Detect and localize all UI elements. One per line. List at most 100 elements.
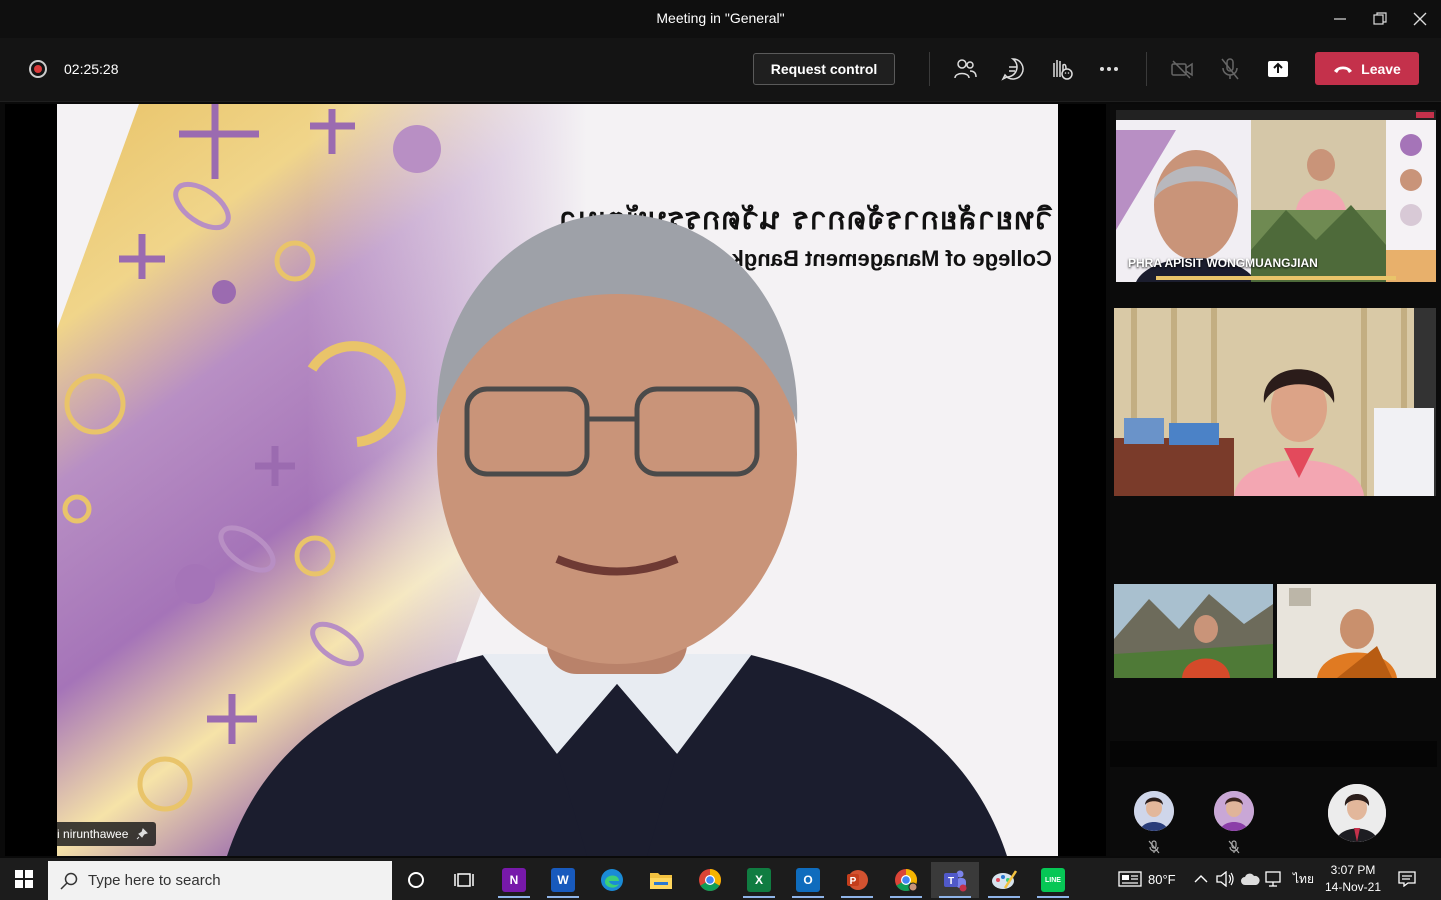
main-video-stage: วิทยาลัยการจัดการ นวัตกรรมพัฒนา College … (5, 104, 1106, 856)
onedrive-button[interactable] (1240, 858, 1260, 900)
minimize-button[interactable] (1320, 0, 1360, 38)
windows-logo-icon (15, 870, 33, 888)
taskbar-app-paint[interactable] (980, 862, 1028, 898)
recording-icon (29, 60, 47, 78)
chrome-icon (699, 869, 721, 891)
app-running-indicator (547, 896, 579, 898)
taskbar-app-chrome[interactable] (686, 862, 734, 898)
taskbar-app-outlook[interactable]: O (784, 862, 832, 898)
meeting-toolbar: 02:25:28 Request control Leave (0, 38, 1441, 102)
outlook-icon: O (796, 868, 820, 892)
taskbar-app-chrome-profile[interactable] (882, 862, 930, 898)
powerpoint-icon: P (847, 870, 868, 890)
taskbar-app-file-explorer[interactable] (637, 862, 685, 898)
cortana-icon (408, 872, 424, 888)
maximize-button[interactable] (1360, 0, 1400, 38)
windows-taskbar: Type here to search N W X O P T LINE 80°… (0, 858, 1441, 900)
weather-widget[interactable]: 80°F (1118, 858, 1176, 900)
participants-button[interactable] (950, 54, 980, 84)
app-running-indicator (939, 896, 971, 898)
gallery-overflow-bar (1110, 741, 1437, 767)
leave-button[interactable]: Leave (1315, 52, 1419, 85)
toolbar-divider (929, 52, 930, 86)
reactions-button[interactable] (1046, 54, 1076, 84)
presenter-name: sakchai nirunthawee (57, 827, 129, 841)
window-title: Meeting in "General" (656, 10, 785, 26)
presenter-name-tag: sakchai nirunthawee (57, 822, 157, 846)
taskbar-app-teams[interactable]: T (931, 862, 979, 898)
notification-icon (1398, 871, 1416, 887)
show-hidden-icons-button[interactable] (1194, 858, 1208, 900)
leave-label: Leave (1361, 60, 1401, 77)
search-placeholder: Type here to search (88, 872, 221, 889)
taskbar-app-word[interactable]: W (539, 862, 587, 898)
excel-icon: X (747, 868, 771, 892)
search-icon (60, 872, 78, 890)
volume-button[interactable] (1216, 858, 1234, 900)
taskbar-app-onenote[interactable]: N (490, 862, 538, 898)
edge-icon (601, 869, 623, 891)
task-view-icon (454, 873, 474, 887)
taskbar-app-powerpoint[interactable]: P (833, 862, 881, 898)
teams-icon: T (944, 870, 967, 892)
chevron-up-icon (1194, 875, 1208, 883)
app-running-indicator (792, 896, 824, 898)
participant-avatar[interactable] (1214, 791, 1254, 831)
microphone-button[interactable] (1215, 54, 1245, 84)
participant-video-monk (1277, 584, 1436, 678)
participant-video-woman-pink (1114, 308, 1436, 496)
line-icon: LINE (1041, 868, 1065, 892)
camera-button[interactable] (1167, 54, 1197, 84)
phone-hangup-icon (1334, 66, 1353, 73)
title-bar: Meeting in "General" (0, 0, 1441, 38)
app-running-indicator (743, 896, 775, 898)
taskbar-search-box[interactable]: Type here to search (48, 861, 392, 900)
taskbar-app-edge[interactable] (588, 862, 636, 898)
app-running-indicator (498, 896, 530, 898)
task-view-button[interactable] (440, 862, 488, 898)
shared-screen-tile[interactable]: PHRA APISIT WONGMUANGJIAN (1116, 110, 1436, 282)
participant-video-mountains (1114, 584, 1273, 678)
network-button[interactable] (1265, 858, 1283, 900)
pin-icon[interactable] (136, 828, 149, 840)
chat-button[interactable] (998, 54, 1028, 84)
close-button[interactable] (1400, 0, 1440, 38)
svg-text:P: P (850, 876, 857, 887)
taskbar-app-line[interactable]: LINE (1029, 862, 1077, 898)
taskbar-clock[interactable]: 3:07 PM 14-Nov-21 (1320, 862, 1386, 896)
request-control-button[interactable]: Request control (753, 53, 895, 85)
input-language-button[interactable]: ไทย (1293, 858, 1314, 900)
participant-video-tile[interactable] (1277, 584, 1436, 678)
avatar-photo (1328, 784, 1386, 842)
svg-text:T: T (948, 876, 954, 887)
participant-avatar[interactable] (1328, 784, 1386, 842)
notification-center-button[interactable] (1398, 858, 1416, 900)
pinned-participant-video[interactable]: วิทยาลัยการจัดการ นวัตกรรมพัฒนา College … (57, 104, 1058, 856)
mic-off-icon (1148, 840, 1160, 854)
more-actions-button[interactable] (1094, 54, 1124, 84)
folder-icon (650, 873, 672, 889)
clock-time: 3:07 PM (1330, 863, 1376, 877)
cortana-button[interactable] (392, 862, 440, 898)
participant-avatar[interactable] (1134, 791, 1174, 831)
app-running-indicator (1037, 896, 1069, 898)
speaker-icon (1216, 871, 1234, 887)
participant-video-tile[interactable] (1114, 584, 1273, 678)
close-icon (1413, 12, 1427, 26)
app-running-indicator (890, 896, 922, 898)
participant-video-tile[interactable] (1114, 308, 1436, 496)
start-button[interactable] (0, 858, 48, 900)
presenter-figure (227, 214, 1007, 856)
restore-icon (1373, 12, 1387, 25)
taskbar-app-excel[interactable]: X (735, 862, 783, 898)
shared-tile-name: PHRA APISIT WONGMUANGJIAN (1128, 256, 1318, 270)
share-screen-button[interactable] (1263, 54, 1293, 84)
ethernet-icon (1265, 871, 1281, 887)
word-icon: W (551, 868, 575, 892)
more-icon (1100, 67, 1118, 71)
share-tray-icon (1268, 61, 1288, 77)
news-weather-icon (1118, 871, 1142, 887)
clock-date: 14-Nov-21 (1324, 880, 1382, 894)
avatar-photo (1214, 791, 1254, 831)
meeting-timer: 02:25:28 (64, 61, 119, 77)
